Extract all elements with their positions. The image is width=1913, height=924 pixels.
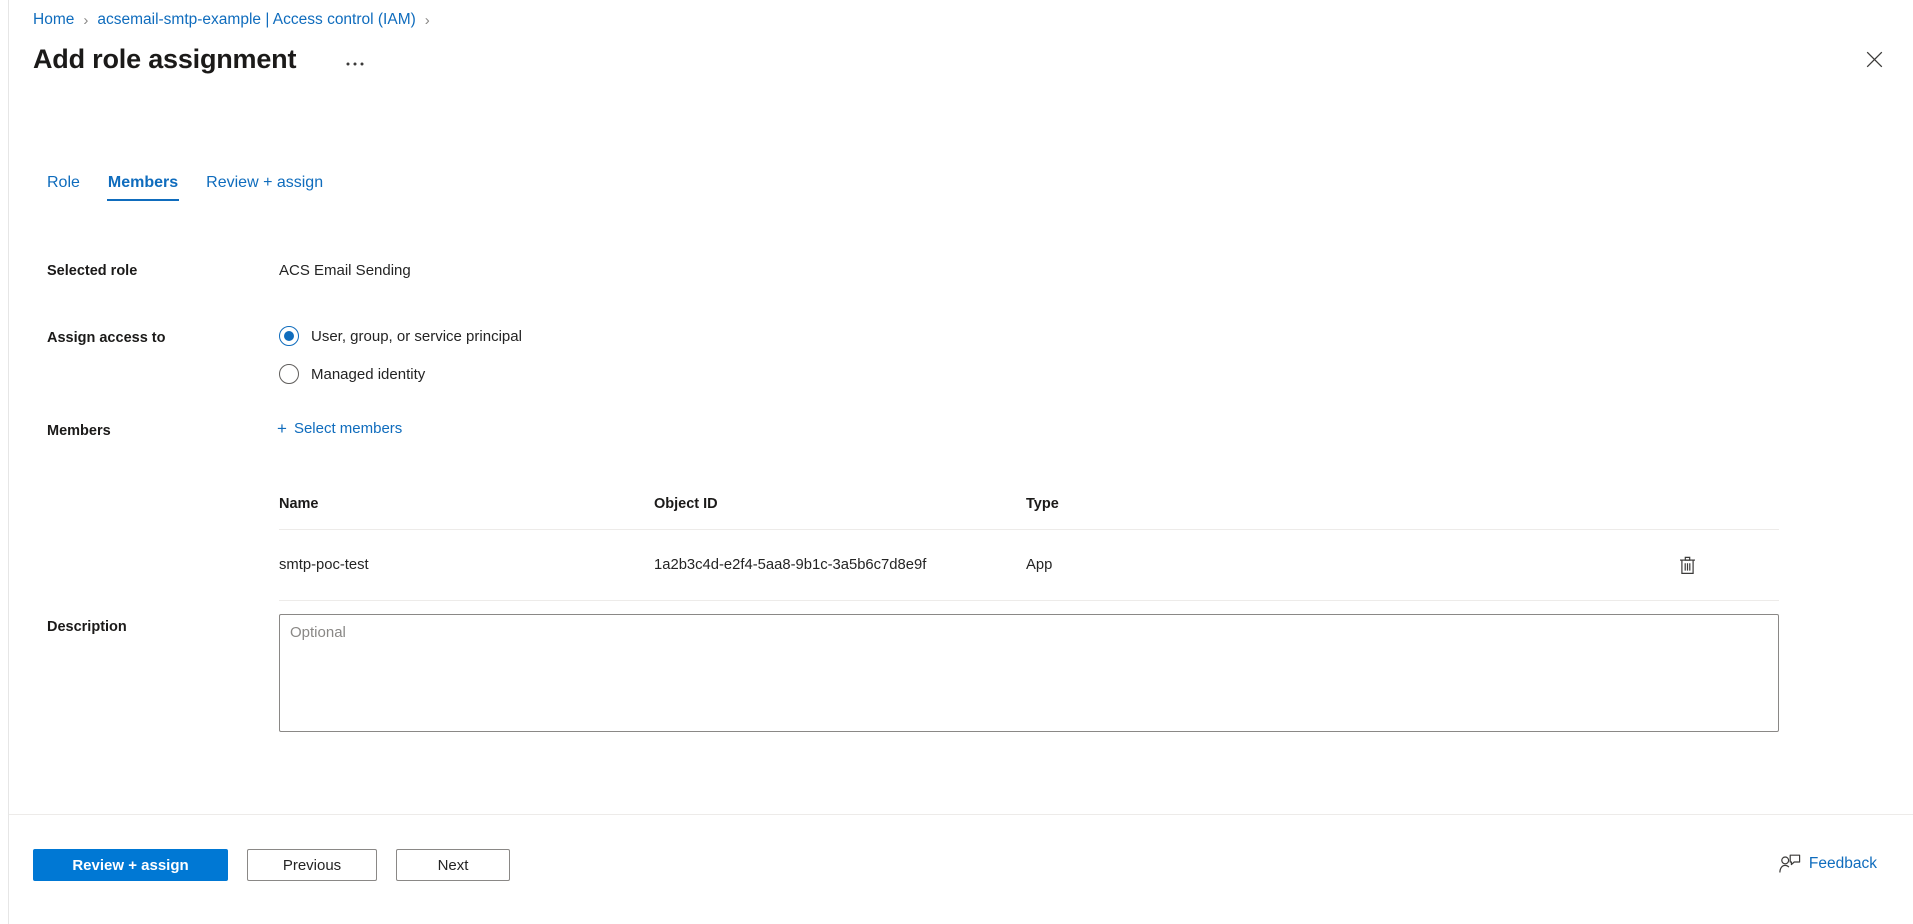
tab-review-assign[interactable]: Review + assign: [192, 172, 337, 201]
breadcrumb-item-home[interactable]: Home: [33, 11, 74, 29]
feedback-label: Feedback: [1808, 855, 1877, 872]
chevron-right-icon: ›: [83, 11, 89, 29]
chevron-right-icon-2: ›: [424, 11, 430, 29]
review-assign-button[interactable]: Review + assign: [33, 849, 228, 881]
assign-access-to-label: Assign access to: [47, 330, 166, 346]
selected-role-label: Selected role: [47, 263, 138, 279]
add-role-assignment-panel: Home › acsemail-smtp-example | Access co…: [8, 0, 1913, 924]
description-label: Description: [47, 619, 127, 635]
column-header-actions: [1636, 496, 1779, 530]
radio-user-group-label: User, group, or service principal: [311, 327, 522, 345]
wizard-tabs: Role Members Review + assign: [33, 172, 337, 201]
feedback-button[interactable]: Feedback: [1779, 854, 1877, 874]
members-label: Members: [47, 423, 111, 439]
close-icon: [1866, 51, 1882, 67]
footer-bar: Review + assign Previous Next Feedback: [9, 815, 1913, 924]
cell-member-name: smtp-poc-test: [279, 529, 654, 601]
breadcrumb-item-access-control[interactable]: acsemail-smtp-example | Access control (…: [97, 11, 415, 29]
cell-member-actions: [1636, 529, 1779, 601]
table-header-row: Name Object ID Type: [279, 496, 1779, 530]
radio-dot: [284, 331, 294, 341]
column-header-name: Name: [279, 496, 654, 530]
table-row: smtp-poc-test 1a2b3c4d-e2f4-5aa8-9b1c-3a…: [279, 529, 1779, 601]
next-button[interactable]: Next: [396, 849, 510, 881]
selected-role-value: ACS Email Sending: [279, 262, 411, 279]
column-header-type: Type: [1026, 496, 1636, 530]
radio-managed-identity-label: Managed identity: [311, 365, 426, 383]
select-members-label: Select members: [293, 420, 403, 437]
description-input[interactable]: [279, 614, 1779, 732]
column-header-object-id: Object ID: [654, 496, 1026, 530]
page-title: Add role assignment: [33, 44, 297, 74]
previous-button[interactable]: Previous: [247, 849, 377, 881]
members-table: Name Object ID Type smtp-poc-test 1a2b3c…: [279, 496, 1779, 601]
feedback-person-icon: [1779, 854, 1801, 873]
select-members-button[interactable]: + Select members: [277, 420, 402, 437]
radio-unselected-icon: [279, 364, 299, 384]
delete-member-button[interactable]: [1674, 552, 1700, 578]
radio-user-group-service-principal[interactable]: User, group, or service principal: [279, 326, 522, 346]
breadcrumb: Home › acsemail-smtp-example | Access co…: [33, 8, 439, 32]
close-button[interactable]: [1857, 42, 1891, 76]
tab-members[interactable]: Members: [94, 172, 192, 201]
plus-icon: +: [277, 419, 287, 438]
more-options-icon[interactable]: [341, 50, 369, 78]
trash-icon: [1679, 556, 1695, 574]
radio-selected-icon: [279, 326, 299, 346]
radio-managed-identity[interactable]: Managed identity: [279, 364, 425, 384]
ellipsis-glyph: [346, 62, 364, 66]
cell-member-object-id: 1a2b3c4d-e2f4-5aa8-9b1c-3a5b6c7d8e9f: [654, 529, 1026, 601]
tab-role[interactable]: Role: [33, 172, 94, 201]
cell-member-type: App: [1026, 529, 1636, 601]
